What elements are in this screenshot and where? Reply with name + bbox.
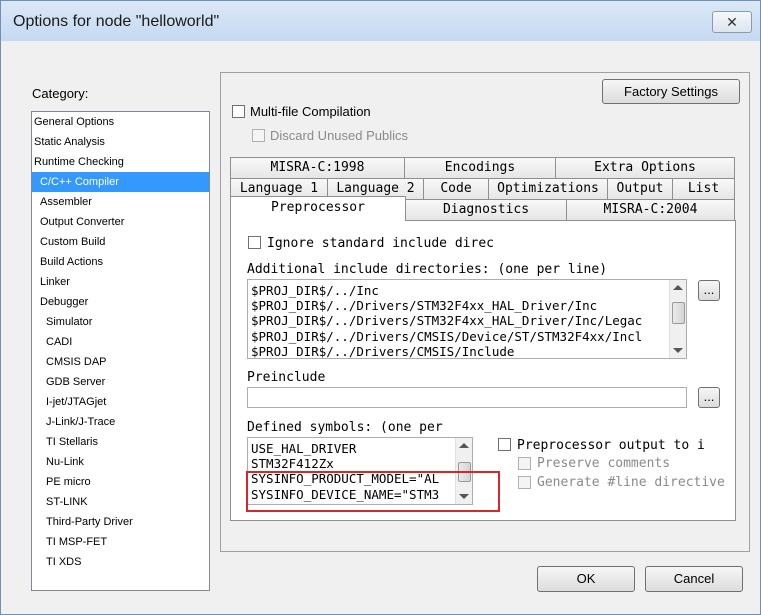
category-item[interactable]: Simulator (32, 312, 209, 332)
scroll-up-icon[interactable] (673, 285, 683, 290)
scroll-up-icon[interactable] (459, 443, 469, 448)
highlight-box (246, 471, 500, 512)
tab-list[interactable]: List (672, 178, 735, 199)
cancel-button[interactable]: Cancel (645, 566, 743, 592)
category-item[interactable]: TI Stellaris (32, 432, 209, 452)
defined-symbol-line: STM32F412Zx (251, 456, 334, 472)
preprocessor-output-checkbox[interactable] (498, 438, 511, 451)
close-button[interactable]: ✕ (712, 11, 752, 33)
defined-symbol-line: USE_HAL_DRIVER (251, 441, 357, 456)
include-dirs-label: Additional include directories: (one per… (247, 262, 608, 277)
include-browse-button[interactable]: ... (698, 280, 720, 301)
preserve-comments-checkbox[interactable] (518, 457, 531, 470)
category-item[interactable]: GDB Server (32, 372, 209, 392)
preinclude-input[interactable] (247, 387, 687, 408)
category-item[interactable]: Custom Build (32, 232, 209, 252)
include-dirs-scrollbar[interactable] (669, 280, 686, 358)
multifile-label: Multi-file Compilation (250, 104, 371, 119)
generate-line-label: Generate #line directive (537, 475, 725, 490)
scroll-thumb[interactable] (672, 302, 685, 324)
include-dir-line: $PROJ_DIR$/../Drivers/STM32F4xx_HAL_Driv… (251, 313, 643, 329)
category-item[interactable]: CMSIS DAP (32, 352, 209, 372)
include-dir-line: $PROJ_DIR$/../Drivers/STM32F4xx_HAL_Driv… (251, 298, 598, 314)
options-dialog: Options for node "helloworld" ✕ Category… (0, 0, 761, 615)
include-dir-line: $PROJ_DIR$/../Inc (251, 283, 379, 298)
tab-extra-options[interactable]: Extra Options (555, 157, 735, 178)
category-item[interactable]: Assembler (32, 192, 209, 212)
category-label: Category: (32, 86, 89, 101)
category-item[interactable]: Output Converter (32, 212, 209, 232)
tab-diagnostics[interactable]: Diagnostics (405, 199, 567, 220)
category-item[interactable]: PE micro (32, 472, 209, 492)
include-dir-line: $PROJ_DIR$/../Drivers/CMSIS/Device/ST/ST… (251, 328, 643, 344)
preserve-comments-label: Preserve comments (537, 456, 671, 471)
category-item[interactable]: Nu-Link (32, 452, 209, 472)
category-item[interactable]: ST-LINK (32, 492, 209, 512)
tab-preprocessor[interactable]: Preprocessor (230, 196, 406, 221)
preprocessor-output-label: Preprocessor output to i (517, 438, 705, 453)
multifile-checkbox[interactable] (232, 105, 245, 118)
generate-line-checkbox[interactable] (518, 476, 531, 489)
tab-output[interactable]: Output (607, 178, 673, 199)
factory-settings-button[interactable]: Factory Settings (602, 79, 740, 104)
category-item[interactable]: Runtime Checking (32, 152, 209, 172)
tab-misra-2004[interactable]: MISRA-C:2004 (566, 199, 735, 220)
category-item[interactable]: C/C++ Compiler (32, 172, 209, 192)
scroll-down-icon[interactable] (673, 348, 683, 353)
category-item[interactable]: Debugger (32, 292, 209, 312)
category-item[interactable]: TI MSP-FET (32, 532, 209, 552)
category-item[interactable]: General Options (32, 112, 209, 132)
category-item[interactable]: Linker (32, 272, 209, 292)
ignore-std-include-checkbox[interactable] (248, 236, 261, 249)
category-item[interactable]: I-jet/JTAGjet (32, 392, 209, 412)
tab-optimizations[interactable]: Optimizations (488, 178, 608, 199)
tab-code[interactable]: Code (423, 178, 489, 199)
category-item[interactable]: Static Analysis (32, 132, 209, 152)
defined-symbols-label: Defined symbols: (one per (247, 420, 443, 435)
category-item[interactable]: J-Link/J-Trace (32, 412, 209, 432)
category-item[interactable]: Build Actions (32, 252, 209, 272)
include-dir-line: $PROJ_DIR$/../Drivers/CMSIS/Include (251, 343, 515, 359)
category-list[interactable]: General Options Static Analysis Runtime Ch… (31, 111, 210, 591)
preinclude-browse-button[interactable]: ... (698, 387, 720, 408)
window-title: Options for node "helloworld" (13, 13, 220, 30)
tab-misra-1998[interactable]: MISRA-C:1998 (230, 157, 405, 178)
category-item[interactable]: Third-Party Driver (32, 512, 209, 532)
title-bar: Options for node "helloworld" ✕ (1, 1, 760, 41)
category-item[interactable]: CADI (32, 332, 209, 352)
ignore-std-include-label: Ignore standard include direc (267, 236, 494, 251)
discard-unused-checkbox[interactable] (252, 129, 265, 142)
category-item[interactable]: TI XDS (32, 552, 209, 572)
preinclude-label: Preinclude (247, 370, 326, 385)
include-dirs-textbox[interactable]: $PROJ_DIR$/../Inc $PROJ_DIR$/../Drivers/… (247, 279, 687, 359)
discard-unused-label: Discard Unused Publics (270, 128, 409, 143)
tab-encodings[interactable]: Encodings (404, 157, 556, 178)
ok-button[interactable]: OK (537, 566, 635, 592)
